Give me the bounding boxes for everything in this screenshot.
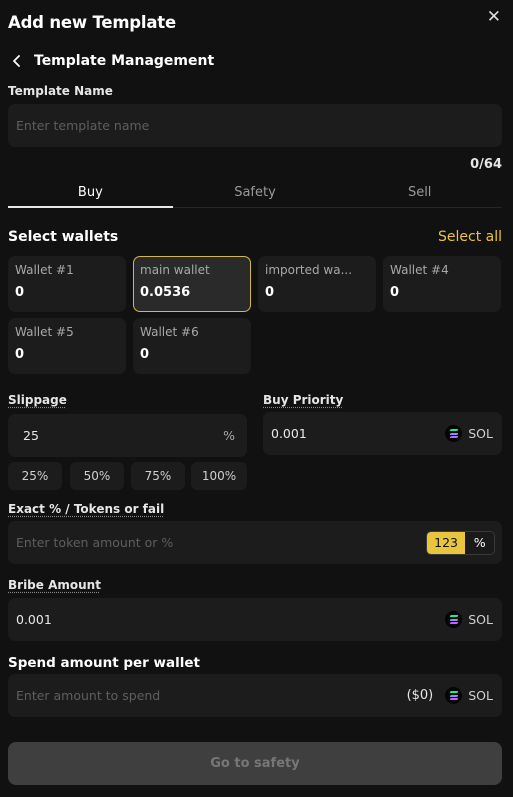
- slippage-field[interactable]: %: [8, 414, 247, 457]
- toggle-number-option[interactable]: 123: [426, 531, 466, 554]
- bribe-label: Bribe Amount: [8, 578, 101, 592]
- unit-label: SOL: [468, 426, 493, 441]
- close-icon[interactable]: ✕: [487, 7, 501, 27]
- slippage-preset-50[interactable]: 50%: [70, 462, 124, 490]
- spend-label: Spend amount per wallet: [8, 655, 200, 671]
- wallet-balance: 0.0536: [140, 285, 191, 300]
- bribe-input[interactable]: [8, 612, 446, 627]
- template-name-input[interactable]: [8, 118, 502, 133]
- wallet-card[interactable]: Wallet #6 0: [133, 318, 251, 374]
- slippage-preset-100[interactable]: 100%: [191, 462, 247, 490]
- wallet-card-selected[interactable]: main wallet 0.0536: [133, 256, 251, 312]
- wallet-name: main wallet: [140, 263, 210, 277]
- solana-icon: [445, 611, 463, 628]
- select-all-button[interactable]: Select all: [438, 229, 502, 245]
- bribe-field[interactable]: SOL: [8, 598, 502, 641]
- slippage-preset-25[interactable]: 25%: [8, 462, 62, 490]
- tab-sell[interactable]: Sell: [337, 182, 502, 207]
- template-name-field[interactable]: [8, 104, 502, 147]
- wallet-balance: 0: [390, 285, 400, 300]
- exact-input[interactable]: [8, 535, 426, 550]
- buy-priority-unit: SOL: [445, 425, 502, 442]
- wallet-balance: 0: [15, 285, 25, 300]
- wallet-balance: 0: [265, 285, 275, 300]
- template-tabs: Buy Safety Sell: [8, 182, 502, 208]
- slippage-label: Slippage: [8, 393, 67, 407]
- wallet-balance: 0: [140, 347, 150, 362]
- wallet-card[interactable]: Wallet #4 0: [383, 256, 501, 312]
- wallet-card[interactable]: imported wa... 0: [258, 256, 376, 312]
- template-name-label: Template Name: [8, 84, 113, 98]
- buy-priority-field[interactable]: SOL: [263, 412, 502, 455]
- buy-priority-input[interactable]: [263, 426, 446, 441]
- exact-field[interactable]: 123 %: [8, 521, 502, 564]
- slippage-suffix: %: [223, 428, 235, 443]
- select-wallets-label: Select wallets: [8, 229, 119, 245]
- template-name-counter: 0/64: [470, 157, 502, 172]
- exact-label: Exact % / Tokens or fail: [8, 502, 165, 516]
- buy-priority-label: Buy Priority: [263, 393, 344, 407]
- tab-safety[interactable]: Safety: [173, 182, 338, 207]
- slippage-preset-75[interactable]: 75%: [131, 462, 185, 490]
- wallet-name: Wallet #6: [140, 325, 199, 339]
- spend-input[interactable]: [8, 688, 407, 703]
- toggle-percent-option[interactable]: %: [465, 531, 494, 554]
- spend-unit: SOL: [445, 687, 502, 704]
- wallet-balance: 0: [15, 347, 25, 362]
- wallet-name: Wallet #4: [390, 263, 449, 277]
- chevron-left-icon[interactable]: [8, 52, 24, 70]
- amount-mode-toggle[interactable]: 123 %: [425, 530, 495, 555]
- bribe-unit: SOL: [445, 611, 502, 628]
- wallet-card[interactable]: Wallet #1 0: [8, 256, 126, 312]
- tab-buy[interactable]: Buy: [8, 182, 173, 208]
- solana-icon: [445, 687, 463, 704]
- spend-field[interactable]: ($0) SOL: [8, 674, 502, 717]
- unit-label: SOL: [468, 688, 493, 703]
- back-title: Template Management: [34, 53, 215, 69]
- spend-usd-value: ($0): [406, 688, 434, 703]
- wallet-name: imported wa...: [265, 263, 353, 277]
- unit-label: SOL: [468, 612, 493, 627]
- back-navigation: Template Management: [8, 52, 214, 70]
- wallet-name: Wallet #1: [15, 263, 74, 277]
- wallet-name: Wallet #5: [15, 325, 74, 339]
- modal-title: Add new Template: [8, 13, 176, 32]
- slippage-input[interactable]: [8, 428, 224, 443]
- solana-icon: [445, 425, 463, 442]
- go-to-safety-button[interactable]: Go to safety: [8, 742, 502, 785]
- wallet-card[interactable]: Wallet #5 0: [8, 318, 126, 374]
